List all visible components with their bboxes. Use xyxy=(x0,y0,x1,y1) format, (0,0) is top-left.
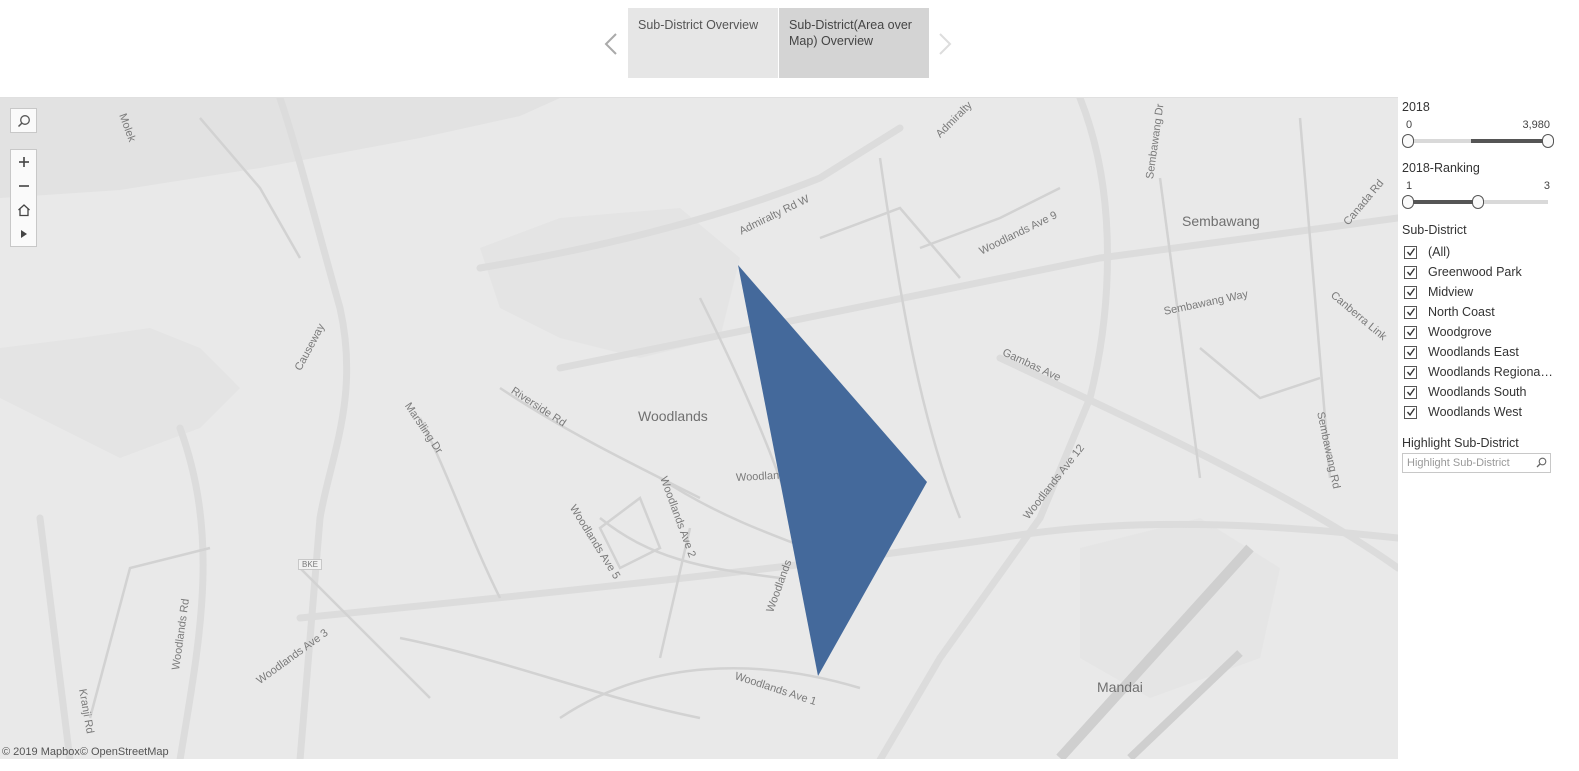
water-area xyxy=(0,98,560,198)
sub-district-filter-title: Sub-District xyxy=(1402,223,1467,237)
range-slider-high-handle[interactable] xyxy=(1542,134,1554,148)
sub-district-option-label: North Coast xyxy=(1428,305,1495,319)
filter-ranking-title: 2018-Ranking xyxy=(1402,161,1480,175)
place-label-mandai: Mandai xyxy=(1097,679,1143,695)
checkbox-checked-icon[interactable] xyxy=(1404,245,1417,259)
range-slider-fill xyxy=(1471,139,1548,143)
checkbox-checked-icon[interactable] xyxy=(1404,325,1417,339)
range-min-value: 1 xyxy=(1406,180,1413,192)
map-toolbar xyxy=(10,108,37,247)
story-point-label: Sub-District Overview xyxy=(638,18,759,32)
basemap xyxy=(0,98,1398,759)
sub-district-option[interactable]: (All) xyxy=(1402,242,1572,262)
place-label-sembawang: Sembawang xyxy=(1182,213,1260,229)
range-slider-fill xyxy=(1408,200,1478,204)
sub-district-option[interactable]: Woodlands East xyxy=(1402,342,1572,362)
sub-district-option[interactable]: Woodlands Regional... xyxy=(1402,362,1572,382)
checkbox-checked-icon[interactable] xyxy=(1404,265,1417,279)
sub-district-option-label: Woodgrove xyxy=(1428,325,1492,339)
water-area xyxy=(0,328,240,458)
sub-district-option-label: Woodlands South xyxy=(1428,385,1527,399)
highlight-title: Highlight Sub-District xyxy=(1402,436,1519,450)
filter-2018: 2018 0 3,980 xyxy=(1402,100,1572,148)
sub-district-filter: Sub-District (All) Greenwood Park Midview N… xyxy=(1402,223,1572,422)
story-point-sub-district-overview[interactable]: Sub-District Overview xyxy=(628,8,778,78)
sub-district-option-label: Woodlands Regional... xyxy=(1428,365,1553,379)
checkbox-checked-icon[interactable] xyxy=(1404,385,1417,399)
highlight-search-input[interactable] xyxy=(1403,454,1531,472)
checkbox-checked-icon[interactable] xyxy=(1404,365,1417,379)
road xyxy=(559,667,861,720)
sub-district-option-label: (All) xyxy=(1428,245,1451,259)
range-slider-low-handle[interactable] xyxy=(1402,134,1414,148)
range-slider-ranking[interactable] xyxy=(1402,195,1548,209)
road xyxy=(36,514,74,759)
sub-district-option[interactable]: Midview xyxy=(1402,282,1572,302)
range-slider-high-handle[interactable] xyxy=(1472,195,1484,209)
sub-district-option[interactable]: Woodgrove xyxy=(1402,322,1572,342)
range-min-value: 0 xyxy=(1406,119,1413,131)
zoom-out-icon[interactable] xyxy=(11,174,36,198)
previous-story-arrow-icon[interactable] xyxy=(600,30,622,58)
range-max-value: 3 xyxy=(1543,180,1550,192)
sub-district-option-label: Midview xyxy=(1428,285,1474,299)
search-icon[interactable] xyxy=(1536,457,1547,471)
zoom-in-icon[interactable] xyxy=(11,150,36,174)
next-story-arrow-icon[interactable] xyxy=(934,30,956,58)
sub-district-option[interactable]: Woodlands South xyxy=(1402,382,1572,402)
story-navigator: Sub-District Overview Sub-District(Area … xyxy=(600,8,960,78)
map-zoom-controls xyxy=(10,149,37,247)
park-area xyxy=(1080,518,1280,698)
story-point-label: Sub-District(Area over Map) Overview xyxy=(789,18,912,48)
map-view[interactable]: Woodlands Sembawang Mandai Admiralty Rd … xyxy=(0,97,1398,759)
checkbox-checked-icon[interactable] xyxy=(1404,405,1417,419)
filter-2018-title: 2018 xyxy=(1402,100,1430,114)
sub-district-option-label: Woodlands East xyxy=(1428,345,1519,359)
sub-district-list: (All) Greenwood Park Midview North Coast Woo… xyxy=(1402,242,1572,422)
range-max-value: 3,980 xyxy=(1522,119,1550,131)
home-icon[interactable] xyxy=(11,198,36,222)
expand-toolbar-icon[interactable] xyxy=(11,222,36,246)
sub-district-option[interactable]: Woodlands West xyxy=(1402,402,1572,422)
filter-panel: 2018 0 3,980 2018-Ranking 1 3 Sub-Distri… xyxy=(1402,100,1572,473)
park-area xyxy=(480,208,740,358)
filter-2018-ranking: 2018-Ranking 1 3 xyxy=(1402,161,1572,209)
road xyxy=(1199,347,1321,400)
checkbox-checked-icon[interactable] xyxy=(1404,305,1417,319)
road xyxy=(876,98,1111,759)
highway-badge-label: BKE xyxy=(298,559,323,570)
highlight-search-box[interactable] xyxy=(1402,453,1551,473)
search-icon[interactable] xyxy=(11,109,36,133)
checkbox-checked-icon[interactable] xyxy=(1404,345,1417,359)
sub-district-option[interactable]: North Coast xyxy=(1402,302,1572,322)
road xyxy=(176,424,207,759)
place-label-woodlands: Woodlands xyxy=(638,408,708,424)
story-point-area-over-map-overview[interactable]: Sub-District(Area over Map) Overview xyxy=(779,8,929,78)
road-label: Woodlan xyxy=(735,469,780,484)
sub-district-option[interactable]: Greenwood Park xyxy=(1402,262,1572,282)
range-slider-low-handle[interactable] xyxy=(1402,195,1414,209)
checkbox-checked-icon[interactable] xyxy=(1404,285,1417,299)
sub-district-option-label: Greenwood Park xyxy=(1428,265,1522,279)
range-slider-2018[interactable] xyxy=(1402,134,1554,148)
map-attribution: © 2019 Mapbox© OpenStreetMap xyxy=(2,746,169,758)
sub-district-option-label: Woodlands West xyxy=(1428,405,1523,419)
highlight-sub-district: Highlight Sub-District xyxy=(1402,436,1572,473)
map-search-button[interactable] xyxy=(10,108,37,133)
